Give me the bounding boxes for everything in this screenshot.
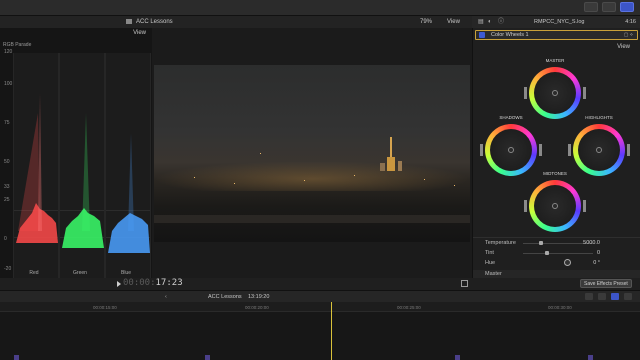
temperature-label: Temperature bbox=[485, 240, 516, 246]
red-channel-label: Red bbox=[29, 270, 39, 276]
effect-tools-icon[interactable]: ▢ ⋄ bbox=[624, 31, 633, 39]
viewer-view-menu[interactable]: View bbox=[447, 16, 460, 28]
ruler-tick: 00:00:15:00 bbox=[93, 305, 117, 310]
clip-marker bbox=[205, 355, 210, 360]
inspector-view-menu[interactable]: View bbox=[617, 44, 630, 50]
workspace-buttons bbox=[584, 2, 634, 12]
effect-selector[interactable]: Color Wheels 1 ▢ ⋄ bbox=[475, 30, 638, 40]
film-icon[interactable]: ▤ bbox=[478, 16, 484, 28]
temperature-value[interactable]: 5000.0 bbox=[583, 240, 600, 246]
inspector-toggle-icon[interactable] bbox=[620, 2, 634, 12]
blue-waveform bbox=[108, 133, 150, 253]
clip-marker bbox=[588, 355, 593, 360]
clip-duration: 4:16 bbox=[625, 19, 636, 25]
timecode-value: 17:23 bbox=[155, 278, 183, 288]
city-glow bbox=[154, 161, 470, 191]
slider-knob[interactable] bbox=[545, 251, 549, 255]
master-wheel[interactable] bbox=[524, 63, 586, 123]
light bbox=[354, 175, 355, 176]
clip-marker bbox=[455, 355, 460, 360]
timeline-tools bbox=[585, 293, 632, 300]
master-section-label[interactable]: Master bbox=[485, 271, 502, 277]
effect-enable-checkbox[interactable] bbox=[479, 32, 485, 38]
color-icon[interactable]: ◐ bbox=[488, 16, 492, 28]
green-waveform bbox=[62, 113, 104, 248]
zoom-menu[interactable]: 79% bbox=[420, 16, 432, 28]
save-effects-preset-button[interactable]: Save Effects Preset bbox=[580, 279, 632, 288]
top-toolbar bbox=[0, 0, 640, 16]
headphones-icon[interactable] bbox=[598, 293, 606, 300]
clip-marker bbox=[14, 355, 19, 360]
slider-knob[interactable] bbox=[539, 241, 543, 245]
timeline-toggle-icon[interactable] bbox=[602, 2, 616, 12]
red-channel bbox=[13, 53, 59, 296]
light bbox=[194, 177, 195, 178]
brightness-handle[interactable] bbox=[627, 144, 630, 156]
light bbox=[454, 185, 455, 186]
tint-slider[interactable] bbox=[523, 251, 593, 255]
play-icon[interactable] bbox=[117, 281, 121, 287]
inspector-header: ▤ ◐ ⓘ RMPCC_NYC_S.log 4:16 bbox=[472, 16, 640, 28]
transport-bar: 00:00:17:23 Save Effects Preset bbox=[0, 278, 640, 290]
ruler-tick: 00:00:20:00 bbox=[245, 305, 269, 310]
blue-channel bbox=[105, 53, 151, 296]
snapping-icon[interactable] bbox=[611, 293, 619, 300]
ruler-tick: 00:00:30:00 bbox=[548, 305, 572, 310]
hue-dial[interactable] bbox=[564, 259, 571, 266]
ruler-tick: 00:00:25:00 bbox=[397, 305, 421, 310]
brightness-handle[interactable] bbox=[583, 87, 586, 99]
brightness-handle[interactable] bbox=[539, 144, 542, 156]
viewer-title: ACC Lessons bbox=[136, 19, 173, 25]
wheel-puck[interactable] bbox=[508, 147, 514, 153]
browser-toggle-icon[interactable] bbox=[584, 2, 598, 12]
effect-name[interactable]: Color Wheels 1 bbox=[491, 31, 529, 39]
tint-value[interactable]: 0 bbox=[597, 250, 600, 256]
midtones-wheel[interactable] bbox=[524, 176, 586, 236]
scope-mode-label: RGB Parade bbox=[3, 42, 32, 48]
building bbox=[380, 163, 385, 171]
timeline-ruler[interactable]: 00:00:15:00 00:00:20:00 00:00:25:00 00:0… bbox=[0, 302, 640, 312]
green-channel-label: Green bbox=[73, 270, 87, 276]
video-scopes: View RGB Parade 120 100 75 50 33 25 0 -2… bbox=[0, 28, 152, 296]
scopes-view-menu[interactable]: View bbox=[133, 30, 146, 36]
clip-name: RMPCC_NYC_S.log bbox=[534, 19, 585, 25]
red-waveform bbox=[16, 93, 58, 243]
tint-label: Tint bbox=[485, 250, 494, 256]
timeline-header: ‹ ACC Lessons 13:19:20 bbox=[0, 290, 640, 302]
saturation-handle[interactable] bbox=[480, 144, 483, 156]
light bbox=[424, 179, 425, 180]
viewer-header: ACC Lessons 79% View bbox=[0, 16, 472, 28]
info-icon[interactable]: ⓘ bbox=[498, 16, 504, 28]
color-inspector: Color Wheels 1 ▢ ⋄ View MASTER SHADOWS H… bbox=[472, 28, 640, 278]
saturation-handle[interactable] bbox=[524, 87, 527, 99]
video-frame bbox=[154, 65, 470, 242]
green-channel bbox=[59, 53, 105, 296]
timecode-prefix: 00:00: bbox=[123, 278, 156, 288]
hue-value[interactable]: 0 ° bbox=[593, 260, 600, 266]
viewer[interactable] bbox=[152, 28, 472, 278]
timecode-display[interactable]: 00:00:17:23 bbox=[123, 278, 183, 288]
audio-meter-icon[interactable] bbox=[585, 293, 593, 300]
fullscreen-icon[interactable] bbox=[461, 280, 468, 287]
clip-appearance-icon[interactable] bbox=[624, 293, 632, 300]
building bbox=[398, 161, 402, 171]
light bbox=[260, 153, 261, 154]
tower-base bbox=[387, 157, 395, 171]
clapper-icon bbox=[126, 19, 132, 24]
light bbox=[304, 180, 305, 181]
blue-channel-label: Blue bbox=[120, 270, 131, 276]
hue-label: Hue bbox=[485, 260, 496, 266]
wheel-puck[interactable] bbox=[552, 90, 558, 96]
wheel-puck[interactable] bbox=[552, 203, 558, 209]
brightness-handle[interactable] bbox=[583, 200, 586, 212]
water bbox=[154, 215, 470, 223]
playhead[interactable] bbox=[331, 302, 332, 360]
wheel-puck[interactable] bbox=[596, 147, 602, 153]
timeline-area[interactable] bbox=[0, 312, 640, 360]
light bbox=[234, 183, 235, 184]
saturation-handle[interactable] bbox=[568, 144, 571, 156]
saturation-handle[interactable] bbox=[524, 200, 527, 212]
